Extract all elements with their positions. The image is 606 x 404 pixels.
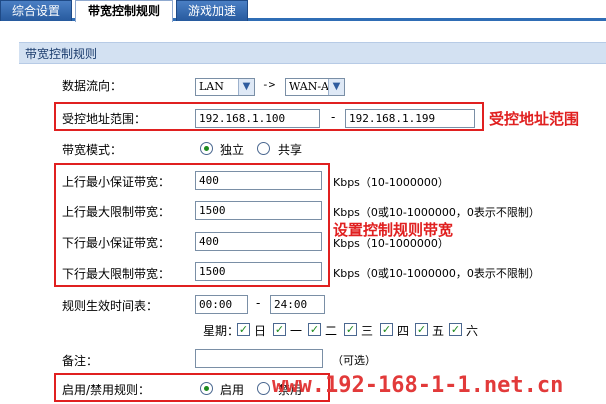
schedule-label: 规则生效时间表： — [62, 299, 159, 313]
down-max-unit: Kbps（0或10-1000000，0表示不限制） — [333, 267, 540, 280]
up-max-label: 上行最大限制带宽： — [62, 205, 171, 219]
enable-on-label: 启用 — [220, 383, 245, 397]
tab-game-acceleration[interactable]: 游戏加速 — [176, 0, 248, 21]
down-min-label: 下行最小保证带宽： — [62, 236, 171, 250]
flow-to-select[interactable]: WAN-AL ▼ — [285, 78, 345, 96]
day-sat-label: 六 — [466, 324, 479, 338]
mode-shared-radio[interactable] — [257, 142, 270, 155]
tab-bandwidth-rules[interactable]: 带宽控制规则 — [75, 0, 173, 22]
mode-shared-label: 共享 — [278, 143, 303, 157]
mode-independent-radio[interactable] — [200, 142, 213, 155]
chevron-down-icon: ▼ — [238, 79, 254, 95]
up-max-input[interactable]: 1500 — [195, 201, 322, 220]
down-max-label: 下行最大限制带宽： — [62, 267, 171, 281]
remark-hint: （可选） — [332, 354, 376, 367]
schedule-start-input[interactable]: 00:00 — [195, 295, 248, 314]
day-tue-label: 二 — [325, 324, 338, 338]
flow-from-value: LAN — [199, 80, 224, 93]
day-fri-checkbox[interactable]: ✓ — [415, 323, 428, 336]
down-max-input[interactable]: 1500 — [195, 262, 322, 281]
remark-label: 备注： — [62, 354, 99, 368]
up-min-unit: Kbps（10-1000000） — [333, 176, 449, 189]
address-annotation: 受控地址范围 — [489, 110, 580, 128]
enable-on-radio[interactable] — [200, 382, 213, 395]
day-thu-checkbox[interactable]: ✓ — [380, 323, 393, 336]
schedule-end-input[interactable]: 24:00 — [270, 295, 325, 314]
mode-independent-label: 独立 — [220, 143, 245, 157]
up-min-input[interactable]: 400 — [195, 171, 322, 190]
watermark-text: www.192-168-1-1.net.cn — [272, 373, 564, 398]
enable-off-radio[interactable] — [257, 382, 270, 395]
day-thu-label: 四 — [397, 324, 410, 338]
tab-bar: 综合设置 带宽控制规则 游戏加速 — [0, 0, 606, 22]
day-wed-label: 三 — [361, 324, 374, 338]
address-highlight-box — [54, 102, 484, 131]
day-sun-label: 日 — [254, 324, 267, 338]
day-sun-checkbox[interactable]: ✓ — [237, 323, 250, 336]
up-max-unit: Kbps（0或10-1000000，0表示不限制） — [333, 206, 540, 219]
remark-input[interactable] — [195, 349, 323, 368]
down-min-unit: Kbps（10-1000000） — [333, 237, 449, 250]
chevron-down-icon: ▼ — [328, 79, 344, 95]
schedule-dash: - — [256, 296, 261, 310]
flow-arrow: -> — [262, 78, 276, 91]
enable-label: 启用/禁用规则： — [62, 383, 151, 397]
day-wed-checkbox[interactable]: ✓ — [344, 323, 357, 336]
day-tue-checkbox[interactable]: ✓ — [308, 323, 321, 336]
data-flow-label: 数据流向： — [62, 79, 123, 93]
day-mon-checkbox[interactable]: ✓ — [273, 323, 286, 336]
mode-label: 带宽模式： — [62, 143, 123, 157]
flow-from-select[interactable]: LAN ▼ — [195, 78, 255, 96]
tab-general-settings[interactable]: 综合设置 — [0, 0, 72, 21]
panel-title: 带宽控制规则 — [19, 42, 606, 64]
day-sat-checkbox[interactable]: ✓ — [449, 323, 462, 336]
day-fri-label: 五 — [432, 324, 445, 338]
down-min-input[interactable]: 400 — [195, 232, 322, 251]
up-min-label: 上行最小保证带宽： — [62, 175, 171, 189]
week-label: 星期： — [203, 324, 240, 338]
day-mon-label: 一 — [290, 324, 303, 338]
